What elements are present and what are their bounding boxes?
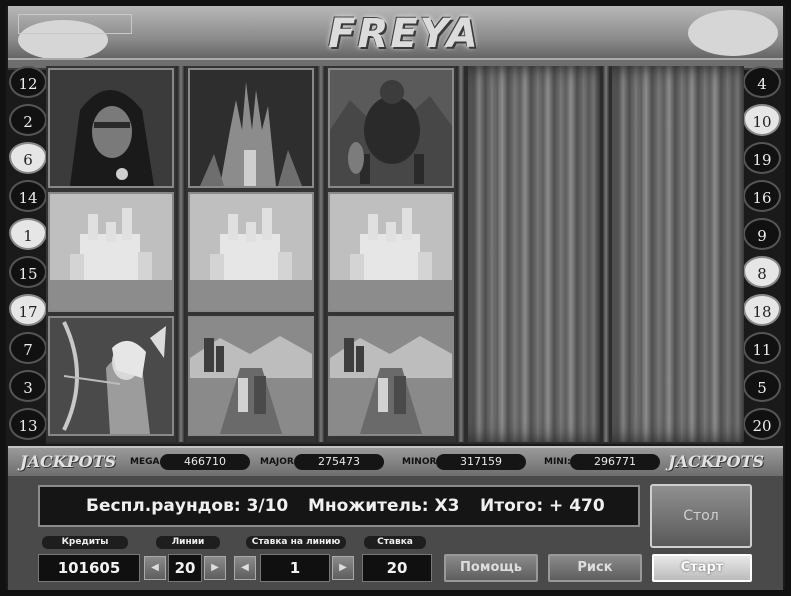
credits-label: Кредиты bbox=[42, 536, 128, 549]
jackpots-title-left: JACKPOTS bbox=[20, 452, 117, 471]
mini-value: 296771 bbox=[570, 454, 660, 470]
total-text: Итого: + 470 bbox=[480, 496, 605, 516]
game-logo: FREYA bbox=[328, 11, 480, 57]
table-button[interactable]: Стол bbox=[650, 484, 752, 548]
lines-increase-button[interactable]: ▶ bbox=[204, 556, 226, 580]
payline-marker-left[interactable]: 13 bbox=[9, 408, 47, 440]
payline-marker-left[interactable]: 3 bbox=[9, 370, 47, 402]
corner-frame bbox=[18, 14, 132, 34]
jackpots-bar: JACKPOTS MEGA: 466710 MAJOR: 275473 MINO… bbox=[8, 446, 783, 480]
reel-divider bbox=[457, 66, 465, 442]
reel-2 bbox=[186, 66, 316, 442]
mega-value: 466710 bbox=[160, 454, 250, 470]
payline-marker-right[interactable]: 9 bbox=[743, 218, 781, 250]
help-button[interactable]: Помощь bbox=[444, 554, 538, 582]
payline-marker-right[interactable]: 11 bbox=[743, 332, 781, 364]
symbol-hooded-warrior bbox=[48, 68, 174, 188]
symbol-heroes-on-bridge bbox=[188, 316, 314, 436]
top-banner: FREYA bbox=[8, 6, 783, 62]
symbol-armored-giant bbox=[328, 68, 454, 188]
bet-per-line-value: 1 bbox=[260, 554, 330, 582]
bet-value: 20 bbox=[362, 554, 432, 582]
lines-value: 20 bbox=[168, 554, 202, 582]
minor-value: 317159 bbox=[436, 454, 526, 470]
bet-per-line-decrease-button[interactable]: ◀ bbox=[234, 556, 256, 580]
paylines-right: 4 10 19 16 9 8 18 11 5 20 bbox=[740, 62, 784, 442]
free-rounds-text: Беспл.раундов: 3/10 bbox=[86, 496, 289, 516]
bet-per-line-label: Ставка на линию bbox=[246, 536, 346, 549]
payline-marker-right[interactable]: 19 bbox=[743, 142, 781, 174]
bet-label: Ставка bbox=[364, 536, 426, 549]
lines-label: Линии bbox=[156, 536, 220, 549]
reel-3 bbox=[326, 66, 456, 442]
minor-label: MINOR: bbox=[402, 457, 441, 467]
status-message: Беспл.раундов: 3/10 Множитель: X3 Итого:… bbox=[38, 485, 640, 527]
mega-label: MEGA: bbox=[130, 457, 164, 467]
control-panel: Беспл.раундов: 3/10 Множитель: X3 Итого:… bbox=[8, 476, 783, 590]
payline-marker-right[interactable]: 5 bbox=[743, 370, 781, 402]
reel-5-spinning bbox=[612, 66, 744, 442]
payline-marker-right[interactable]: 20 bbox=[743, 408, 781, 440]
mini-label: MINI: bbox=[544, 457, 571, 467]
credits-value: 101605 bbox=[38, 554, 140, 582]
reel-4-spinning bbox=[468, 66, 600, 442]
risk-button[interactable]: Риск bbox=[548, 554, 642, 582]
slot-game: FREYA 12 2 6 14 1 15 17 7 3 13 4 10 19 16 9 8 18 11 5 20 bbox=[0, 0, 791, 596]
symbol-white-castle bbox=[48, 192, 174, 312]
payline-marker-right[interactable]: 18 bbox=[743, 294, 781, 326]
start-button[interactable]: Старт bbox=[652, 554, 752, 582]
major-label: MAJOR: bbox=[260, 457, 298, 467]
symbol-archer-elf bbox=[48, 316, 174, 436]
payline-marker-right[interactable]: 8 bbox=[743, 256, 781, 288]
reel-divider bbox=[177, 66, 185, 442]
payline-marker-left[interactable]: 6 bbox=[9, 142, 47, 174]
payline-marker-left[interactable]: 14 bbox=[9, 180, 47, 212]
symbol-dark-castle-tower bbox=[188, 68, 314, 188]
payline-marker-left[interactable]: 15 bbox=[9, 256, 47, 288]
reel-divider bbox=[317, 66, 325, 442]
payline-marker-right[interactable]: 4 bbox=[743, 66, 781, 98]
payline-marker-left[interactable]: 17 bbox=[9, 294, 47, 326]
major-value: 275473 bbox=[294, 454, 384, 470]
reel-1 bbox=[46, 66, 176, 442]
payline-marker-left[interactable]: 1 bbox=[9, 218, 47, 250]
payline-marker-right[interactable]: 16 bbox=[743, 180, 781, 212]
bet-per-line-increase-button[interactable]: ▶ bbox=[332, 556, 354, 580]
cloud-right bbox=[688, 10, 778, 56]
payline-marker-left[interactable]: 12 bbox=[9, 66, 47, 98]
symbol-heroes-on-bridge bbox=[328, 316, 454, 436]
symbol-white-castle bbox=[188, 192, 314, 312]
multiplier-text: Множитель: X3 bbox=[308, 496, 460, 516]
paylines-left: 12 2 6 14 1 15 17 7 3 13 bbox=[6, 62, 50, 442]
lines-decrease-button[interactable]: ◀ bbox=[144, 556, 166, 580]
payline-marker-left[interactable]: 2 bbox=[9, 104, 47, 136]
jackpots-title-right: JACKPOTS bbox=[668, 452, 765, 471]
reel-divider bbox=[602, 66, 610, 442]
payline-marker-right[interactable]: 10 bbox=[743, 104, 781, 136]
payline-marker-left[interactable]: 7 bbox=[9, 332, 47, 364]
symbol-white-castle bbox=[328, 192, 454, 312]
reels-area bbox=[46, 66, 744, 444]
